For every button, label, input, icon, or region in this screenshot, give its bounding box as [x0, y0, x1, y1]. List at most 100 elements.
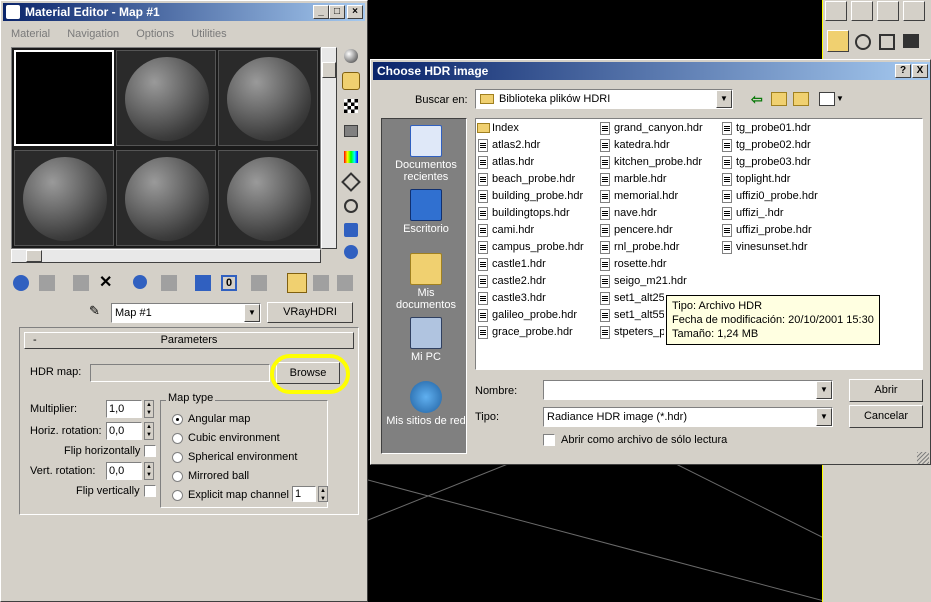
map-type-button[interactable]: VRayHDRI [267, 302, 353, 323]
list-item[interactable]: campus_probe.hdr [476, 239, 584, 256]
open-button[interactable]: Abrir [849, 379, 923, 402]
cancel-button[interactable]: Cancelar [849, 405, 923, 428]
close-button[interactable]: × [347, 5, 363, 19]
menu-options[interactable]: Options [136, 28, 174, 40]
radio-angular-map[interactable] [172, 414, 183, 425]
motion-icon[interactable] [903, 1, 925, 21]
hdr-map-path-field[interactable] [90, 364, 270, 382]
view-menu-chevron-icon[interactable]: ▼ [836, 94, 844, 103]
radio-mirrored-ball[interactable] [172, 471, 183, 482]
cameras-icon[interactable] [903, 34, 919, 48]
list-item[interactable]: castle2.hdr [476, 273, 546, 290]
modify-icon[interactable] [851, 1, 873, 21]
menu-navigation[interactable]: Navigation [67, 28, 119, 40]
list-item[interactable]: tg_probe02.hdr [720, 137, 811, 154]
place-my-documents[interactable]: Mis documentos [386, 253, 466, 311]
multiplier-spinner[interactable]: ▲ ▼ [144, 400, 154, 418]
eyedropper-icon[interactable]: ✎ [89, 303, 103, 318]
filetype-select[interactable]: Radiance HDR image (*.hdr) ▼ [543, 407, 833, 427]
list-item[interactable]: kitchen_probe.hdr [598, 154, 702, 171]
list-item[interactable]: pencere.hdr [598, 222, 673, 239]
horiz-rotation-field[interactable]: 0,0 [106, 422, 142, 440]
sample-slot-6[interactable] [218, 150, 318, 246]
list-item[interactable]: uffizi0_probe.hdr [720, 188, 818, 205]
assign-material-icon[interactable] [73, 275, 89, 291]
place-my-computer[interactable]: Mi PC [386, 317, 466, 363]
multiplier-field[interactable]: 1,0 [106, 400, 142, 418]
background-icon[interactable] [344, 99, 358, 113]
scroll-thumb[interactable] [322, 62, 336, 78]
map-name-field[interactable]: Map #1 ▼ [111, 303, 261, 323]
sample-slot-1[interactable] [14, 50, 114, 146]
list-item[interactable]: tg_probe01.hdr [720, 120, 811, 137]
list-item[interactable]: rosette.hdr [598, 256, 667, 273]
readonly-checkbox[interactable] [543, 434, 555, 446]
up-one-level-icon[interactable] [771, 92, 787, 106]
make-material-copy-icon[interactable] [133, 275, 147, 289]
view-menu-icon[interactable] [819, 92, 835, 106]
scroll-thumb[interactable] [26, 250, 42, 262]
select-icon[interactable] [825, 1, 847, 21]
place-recent[interactable]: Documentos recientes [386, 125, 466, 183]
list-item[interactable]: cami.hdr [476, 222, 534, 239]
material-effects-channel-icon[interactable]: 0 [221, 275, 237, 291]
list-item[interactable]: castle1.hdr [476, 256, 546, 273]
resize-grip-icon[interactable] [917, 452, 929, 464]
list-item[interactable]: uffizi_probe.hdr [720, 222, 812, 239]
make-unique-icon[interactable] [161, 275, 177, 291]
list-item[interactable]: tg_probe03.hdr [720, 154, 811, 171]
list-item[interactable]: uffizi_.hdr [720, 205, 784, 222]
list-item[interactable]: atlas2.hdr [476, 137, 540, 154]
map-channel-field[interactable]: 1 [292, 486, 316, 502]
list-item[interactable]: vinesunset.hdr [720, 239, 808, 256]
radio-spherical-environment[interactable] [172, 452, 183, 463]
reset-map-icon[interactable]: ✕ [99, 275, 119, 295]
material-navigator-icon[interactable] [344, 245, 358, 259]
go-forward-to-sibling-icon[interactable] [337, 275, 353, 291]
sample-slot-5[interactable] [116, 150, 216, 246]
place-network[interactable]: Mis sitios de red [386, 381, 466, 427]
list-item[interactable]: castle3.hdr [476, 290, 546, 307]
sample-type-icon[interactable] [344, 49, 358, 63]
menu-utilities[interactable]: Utilities [191, 28, 226, 40]
vert-rotation-spinner[interactable]: ▲ ▼ [144, 462, 154, 480]
sample-slot-2[interactable] [116, 50, 216, 146]
list-item[interactable]: set1_alt55.hdr [598, 307, 664, 324]
list-item[interactable]: galileo_probe.hdr [476, 307, 577, 324]
filename-input[interactable]: ▼ [543, 380, 833, 400]
flip-horizontally-checkbox[interactable] [144, 445, 156, 457]
list-item[interactable]: nave.hdr [598, 205, 657, 222]
sample-uv-tiling-icon[interactable] [344, 125, 358, 137]
list-item[interactable]: set1_alt25.hdr [598, 290, 664, 307]
shapes-icon[interactable] [855, 34, 871, 50]
chevron-down-icon[interactable]: ▼ [716, 90, 732, 108]
options-icon[interactable] [344, 199, 358, 213]
make-preview-icon[interactable] [341, 172, 361, 192]
radio-explicit-map-channel[interactable] [172, 490, 183, 501]
material-editor-titlebar[interactable]: Material Editor - Map #1 _ □ × [3, 3, 365, 21]
list-item[interactable]: grace_probe.hdr [476, 324, 573, 341]
go-to-parent-icon[interactable] [313, 275, 329, 291]
vert-rotation-field[interactable]: 0,0 [106, 462, 142, 480]
list-item[interactable]: beach_probe.hdr [476, 171, 575, 188]
horiz-rotation-spinner[interactable]: ▲ ▼ [144, 422, 154, 440]
select-by-material-icon[interactable] [344, 223, 358, 237]
new-folder-icon[interactable] [793, 92, 809, 106]
flip-vertically-checkbox[interactable] [144, 485, 156, 497]
get-material-icon[interactable] [13, 275, 29, 291]
list-item[interactable]: memorial.hdr [598, 188, 678, 205]
put-to-library-icon[interactable] [195, 275, 211, 291]
video-color-check-icon[interactable] [344, 151, 358, 163]
dialog-titlebar[interactable]: Choose HDR image ? X [373, 62, 930, 80]
list-item[interactable]: grand_canyon.hdr [598, 120, 703, 137]
menu-material[interactable]: Material [11, 28, 50, 40]
list-item[interactable]: atlas.hdr [476, 154, 534, 171]
chevron-down-icon[interactable]: ▼ [244, 304, 260, 322]
list-item[interactable]: stpeters_probe.hdr [598, 324, 664, 341]
list-item[interactable]: Index [476, 120, 519, 137]
minimize-button[interactable]: _ [313, 5, 329, 19]
back-icon[interactable]: ⇦ [751, 92, 765, 106]
help-button[interactable]: ? [895, 64, 911, 78]
list-item[interactable]: toplight.hdr [720, 171, 790, 188]
place-desktop[interactable]: Escritorio [386, 189, 466, 235]
